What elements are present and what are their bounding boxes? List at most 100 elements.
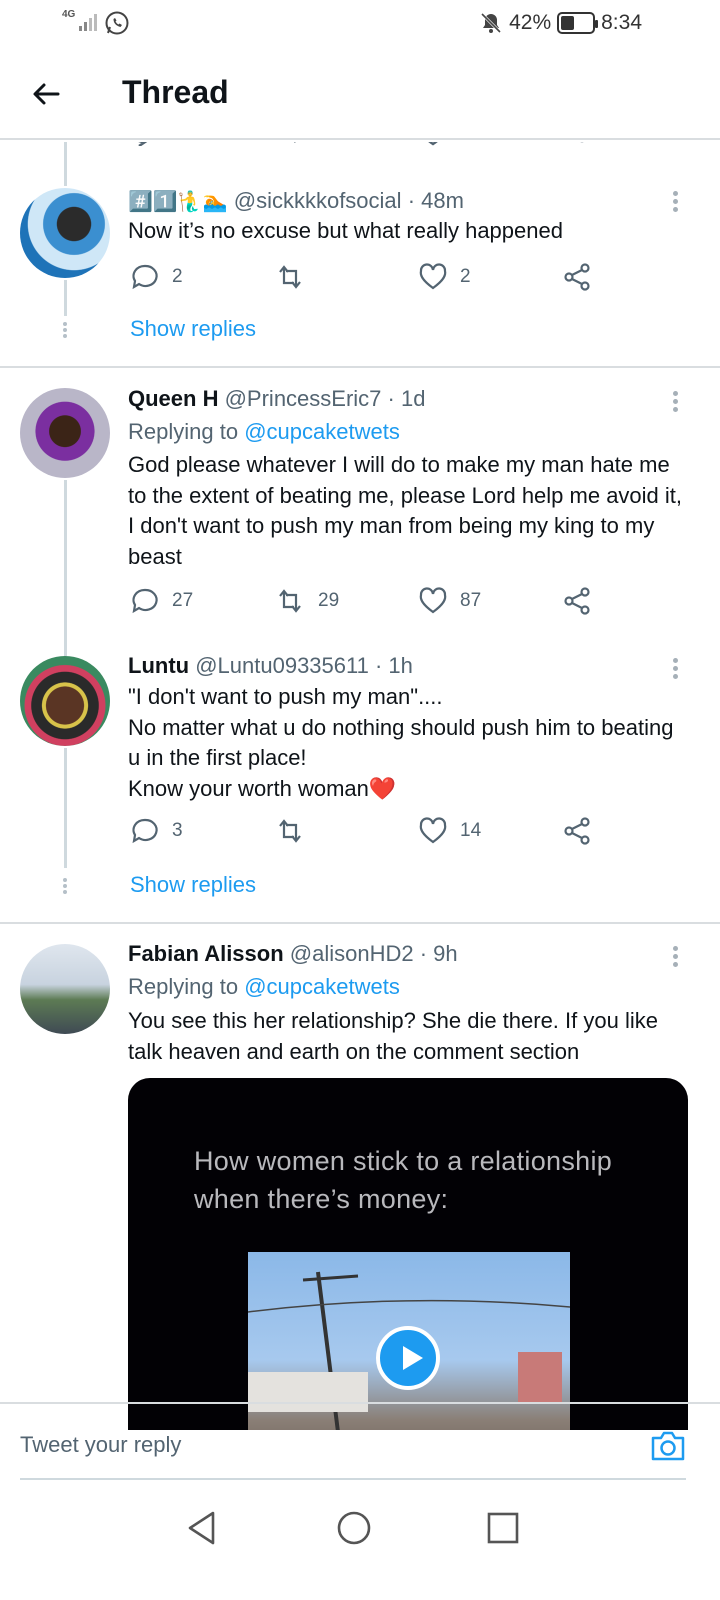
retweet-count: 29	[318, 590, 340, 611]
retweet-icon	[279, 265, 301, 289]
retweet-button[interactable]: 29	[274, 586, 339, 616]
more-options-icon[interactable]	[670, 388, 680, 415]
user-name[interactable]: Fabian Alisson	[128, 941, 284, 966]
avatar[interactable]	[20, 388, 110, 478]
reply-icon[interactable]	[130, 142, 160, 146]
reply-button[interactable]: 2	[130, 262, 183, 292]
thread-dots	[62, 876, 68, 896]
replying-to-link[interactable]: @cupcaketwets	[244, 974, 400, 999]
tweet-text: "I don't want to push my man".... No mat…	[128, 684, 674, 801]
user-name[interactable]: Queen H	[128, 386, 218, 411]
heart-icon	[419, 587, 447, 614]
signal-icon	[79, 14, 97, 31]
tweet-time: · 48m	[407, 188, 464, 213]
share-button[interactable]	[562, 262, 592, 292]
share-button[interactable]	[562, 816, 592, 846]
share-icon	[564, 587, 590, 615]
divider	[0, 366, 720, 368]
thread-connector	[64, 748, 67, 868]
user-handle[interactable]: @sickkkkofsocial	[234, 188, 402, 213]
play-icon[interactable]	[376, 1326, 440, 1390]
reply-count: 2	[172, 266, 183, 287]
thread-connector	[64, 280, 67, 316]
like-button[interactable]: 87	[418, 586, 481, 616]
reply-input[interactable]: Tweet your reply	[20, 1432, 181, 1458]
video-caption: How women stick to a relationship when t…	[194, 1146, 613, 1214]
like-count: 87	[460, 590, 482, 611]
tweet-actions: 3 14	[128, 816, 608, 850]
tweet-actions: 27 29 87	[128, 586, 608, 620]
more-options-icon[interactable]	[670, 655, 680, 682]
replying-label: Replying to	[128, 974, 239, 999]
user-handle[interactable]: @Luntu09335611	[195, 653, 369, 678]
retweet-icon	[279, 819, 301, 843]
nav-recents-icon[interactable]	[486, 1510, 520, 1546]
camera-icon[interactable]	[650, 1430, 686, 1462]
emoji-prefix: #️⃣1️⃣🧜‍♂️🏊	[128, 191, 228, 213]
tweet-text: You see this her relationship? She die t…	[128, 1008, 658, 1064]
reply-composer[interactable]: Tweet your reply	[0, 1402, 720, 1482]
tweet-text: Now it’s no excuse but what really happe…	[128, 218, 563, 243]
tweet-time: · 9h	[419, 941, 458, 966]
battery-percent: 42%	[509, 11, 552, 34]
tweet-header: Luntu @Luntu09335611 · 1h	[128, 653, 413, 679]
reply-icon	[132, 818, 158, 844]
retweet-icon	[279, 589, 301, 613]
avatar[interactable]	[20, 656, 110, 746]
like-button[interactable]: 2	[418, 262, 471, 292]
avatar[interactable]	[20, 944, 110, 1034]
status-bar: 4G 42% 8:34	[0, 0, 720, 48]
share-icon[interactable]	[572, 142, 592, 146]
heart-icon[interactable]	[420, 142, 446, 146]
tweet-time: · 1h	[374, 653, 413, 678]
back-arrow-icon[interactable]	[28, 76, 64, 112]
reply-count: 27	[172, 590, 194, 611]
like-button[interactable]: 14	[418, 816, 481, 846]
reply-icon	[132, 588, 158, 614]
show-replies-link[interactable]: Show replies	[130, 872, 256, 898]
retweet-button[interactable]	[274, 816, 318, 846]
like-count: 14	[460, 820, 482, 841]
tweet-header: #️⃣1️⃣🧜‍♂️🏊 @sickkkkofsocial · 48m	[128, 188, 464, 214]
avatar[interactable]	[20, 188, 110, 278]
thread-header: Thread	[0, 48, 720, 140]
thread-connector	[64, 142, 67, 186]
thread-list[interactable]: #️⃣1️⃣🧜‍♂️🏊 @sickkkkofsocial · 48m Now i…	[0, 142, 720, 1430]
replying-to-link[interactable]: @cupcaketwets	[244, 419, 400, 444]
show-replies-link[interactable]: Show replies	[130, 316, 256, 342]
network-type: 4G	[62, 9, 76, 20]
user-handle[interactable]: @alisonHD2	[290, 941, 414, 966]
retweet-button[interactable]	[274, 262, 318, 292]
heart-icon	[419, 263, 447, 290]
reply-count: 3	[172, 820, 183, 841]
more-options-icon[interactable]	[670, 943, 680, 970]
tweet-text: God please whatever I will do to make my…	[128, 452, 683, 569]
replying-label: Replying to	[128, 419, 239, 444]
reply-button[interactable]: 3	[130, 816, 183, 846]
tweet-video[interactable]: How women stick to a relationship when t…	[128, 1078, 688, 1430]
heart-icon	[419, 817, 447, 844]
system-nav-bar	[0, 1488, 720, 1600]
composer-underline	[20, 1478, 686, 1480]
share-icon	[564, 263, 590, 291]
share-icon	[564, 817, 590, 845]
user-handle[interactable]: @PrincessEric7	[225, 386, 382, 411]
nav-back-icon[interactable]	[186, 1510, 218, 1546]
replying-to: Replying to @cupcaketwets	[128, 419, 400, 445]
more-options-icon[interactable]	[670, 188, 680, 215]
like-count: 2	[460, 266, 471, 287]
divider	[0, 922, 720, 924]
nav-home-icon[interactable]	[336, 1510, 372, 1546]
user-name[interactable]: Luntu	[128, 653, 189, 678]
page-title: Thread	[122, 74, 229, 110]
reply-button[interactable]: 27	[130, 586, 193, 616]
tweet-header: Queen H @PrincessEric7 · 1d	[128, 386, 425, 412]
tweet-time: · 1d	[387, 386, 426, 411]
battery-icon	[557, 12, 599, 34]
retweet-icon[interactable]	[274, 142, 308, 146]
replying-to: Replying to @cupcaketwets	[128, 974, 400, 1000]
notifications-off-icon	[481, 12, 502, 34]
clock: 8:34	[601, 11, 642, 34]
thread-connector	[64, 480, 67, 656]
share-button[interactable]	[562, 586, 592, 616]
